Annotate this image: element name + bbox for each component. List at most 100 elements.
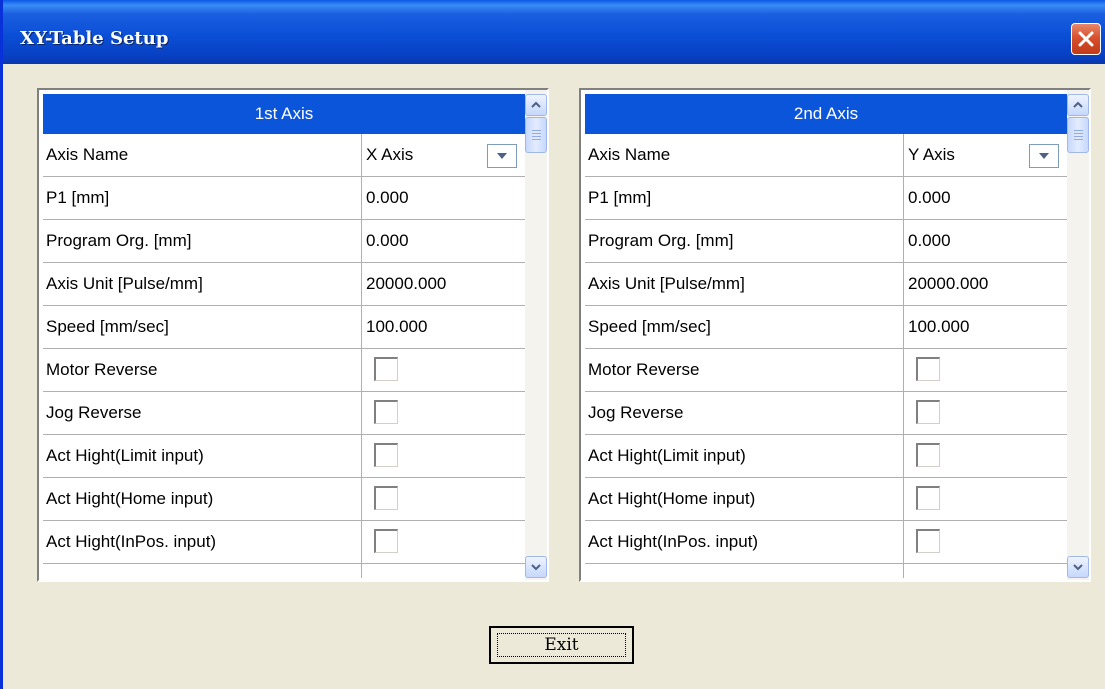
checkbox-cell xyxy=(905,521,1067,563)
thumb-grip-line xyxy=(1074,130,1083,131)
row-label: Axis Unit [Pulse/mm] xyxy=(43,263,362,305)
chevron-up-icon xyxy=(531,101,541,108)
axis2-panel: 2nd Axis Axis Name Y Axis P1 [mm] 0.000 … xyxy=(579,88,1091,582)
axis1-row-program-org[interactable]: Program Org. [mm] 0.000 xyxy=(43,220,525,263)
row-label: Jog Reverse xyxy=(585,392,904,434)
axis2-motor-reverse-checkbox[interactable] xyxy=(916,357,940,381)
axis1-axis-name-select[interactable]: X Axis xyxy=(363,134,525,176)
row-label xyxy=(43,564,362,578)
row-label: Act Hight(Home input) xyxy=(585,478,904,520)
axis1-home-input-checkbox[interactable] xyxy=(374,486,398,510)
row-label: Axis Name xyxy=(43,134,362,176)
chevron-down-icon xyxy=(1073,564,1083,571)
checkbox-cell xyxy=(905,478,1067,520)
checkbox-cell xyxy=(905,392,1067,434)
scroll-thumb[interactable] xyxy=(1067,117,1089,153)
axis1-row-limit-input[interactable]: Act Hight(Limit input) xyxy=(43,435,525,478)
checkbox-cell xyxy=(363,435,525,477)
axis2-row-motor-reverse[interactable]: Motor Reverse xyxy=(585,349,1067,392)
row-label: Jog Reverse xyxy=(43,392,362,434)
axis1-row-jog-reverse[interactable]: Jog Reverse xyxy=(43,392,525,435)
row-label: P1 [mm] xyxy=(585,177,904,219)
xy-table-setup-window: XY-Table Setup 1st Axis Axis Name X Axis… xyxy=(0,0,1105,689)
axis1-header: 1st Axis xyxy=(43,94,525,134)
scroll-down-button[interactable] xyxy=(525,556,547,578)
axis2-row-speed[interactable]: Speed [mm/sec] 100.000 xyxy=(585,306,1067,349)
select-value: Y Axis xyxy=(908,145,955,164)
thumb-grip-line xyxy=(532,133,541,134)
axis1-row-p1[interactable]: P1 [mm] 0.000 xyxy=(43,177,525,220)
thumb-grip-line xyxy=(532,130,541,131)
axis1-program-org-field[interactable]: 0.000 xyxy=(363,220,525,262)
exit-button[interactable]: Exit xyxy=(489,626,634,664)
axis1-property-grid: 1st Axis Axis Name X Axis P1 [mm] 0.000 … xyxy=(43,94,525,578)
axis1-row-speed[interactable]: Speed [mm/sec] 100.000 xyxy=(43,306,525,349)
axis2-axis-name-select[interactable]: Y Axis xyxy=(905,134,1067,176)
axis1-speed-field[interactable]: 100.000 xyxy=(363,306,525,348)
axis2-vertical-scrollbar[interactable] xyxy=(1067,90,1089,580)
axis2-row-jog-reverse[interactable]: Jog Reverse xyxy=(585,392,1067,435)
axis1-row-axis-name[interactable]: Axis Name X Axis xyxy=(43,134,525,177)
axis2-speed-field[interactable]: 100.000 xyxy=(905,306,1067,348)
axis1-row-inpos-input[interactable]: Act Hight(InPos. input) xyxy=(43,521,525,564)
axis2-jog-reverse-checkbox[interactable] xyxy=(916,400,940,424)
row-value xyxy=(905,564,1067,578)
axis1-jog-reverse-checkbox[interactable] xyxy=(374,400,398,424)
thumb-grip-line xyxy=(1074,139,1083,140)
axis2-row-p1[interactable]: P1 [mm] 0.000 xyxy=(585,177,1067,220)
axis2-home-input-checkbox[interactable] xyxy=(916,486,940,510)
scroll-up-button[interactable] xyxy=(525,94,547,116)
checkbox-cell xyxy=(363,521,525,563)
axis1-row-motor-reverse[interactable]: Motor Reverse xyxy=(43,349,525,392)
scroll-up-button[interactable] xyxy=(1067,94,1089,116)
row-label xyxy=(585,564,904,578)
row-label: Motor Reverse xyxy=(585,349,904,391)
axis2-p1-field[interactable]: 0.000 xyxy=(905,177,1067,219)
scroll-thumb[interactable] xyxy=(525,117,547,153)
select-value: X Axis xyxy=(366,145,414,164)
row-value xyxy=(363,564,525,578)
dropdown-button[interactable] xyxy=(487,144,517,168)
chevron-down-icon xyxy=(1039,153,1049,159)
row-label: Speed [mm/sec] xyxy=(43,306,362,348)
axis2-program-org-field[interactable]: 0.000 xyxy=(905,220,1067,262)
checkbox-cell xyxy=(905,349,1067,391)
axis1-row-partial xyxy=(43,564,525,578)
thumb-grip-line xyxy=(1074,133,1083,134)
checkbox-cell xyxy=(363,392,525,434)
title-bar[interactable]: XY-Table Setup xyxy=(0,0,1105,64)
axis1-inpos-input-checkbox[interactable] xyxy=(374,529,398,553)
axis2-row-program-org[interactable]: Program Org. [mm] 0.000 xyxy=(585,220,1067,263)
axis1-p1-field[interactable]: 0.000 xyxy=(363,177,525,219)
window-title: XY-Table Setup xyxy=(20,28,169,49)
row-label: Act Hight(InPos. input) xyxy=(585,521,904,563)
axis1-axis-unit-field[interactable]: 20000.000 xyxy=(363,263,525,305)
axis1-vertical-scrollbar[interactable] xyxy=(525,90,547,580)
axis2-row-axis-unit[interactable]: Axis Unit [Pulse/mm] 20000.000 xyxy=(585,263,1067,306)
row-label: Motor Reverse xyxy=(43,349,362,391)
checkbox-cell xyxy=(905,435,1067,477)
axis1-motor-reverse-checkbox[interactable] xyxy=(374,357,398,381)
chevron-down-icon xyxy=(531,564,541,571)
row-label: Act Hight(Home input) xyxy=(43,478,362,520)
axis2-property-grid: 2nd Axis Axis Name Y Axis P1 [mm] 0.000 … xyxy=(585,94,1067,578)
axis2-row-home-input[interactable]: Act Hight(Home input) xyxy=(585,478,1067,521)
axis2-row-inpos-input[interactable]: Act Hight(InPos. input) xyxy=(585,521,1067,564)
axis2-row-limit-input[interactable]: Act Hight(Limit input) xyxy=(585,435,1067,478)
axis1-row-axis-unit[interactable]: Axis Unit [Pulse/mm] 20000.000 xyxy=(43,263,525,306)
row-label: Axis Name xyxy=(585,134,904,176)
axis2-limit-input-checkbox[interactable] xyxy=(916,443,940,467)
chevron-down-icon xyxy=(497,153,507,159)
axis2-row-axis-name[interactable]: Axis Name Y Axis xyxy=(585,134,1067,177)
thumb-grip-line xyxy=(1074,136,1083,137)
close-button[interactable] xyxy=(1071,23,1101,55)
axis2-axis-unit-field[interactable]: 20000.000 xyxy=(905,263,1067,305)
dropdown-button[interactable] xyxy=(1029,144,1059,168)
axis1-limit-input-checkbox[interactable] xyxy=(374,443,398,467)
scroll-down-button[interactable] xyxy=(1067,556,1089,578)
axis2-row-partial xyxy=(585,564,1067,578)
axis1-row-home-input[interactable]: Act Hight(Home input) xyxy=(43,478,525,521)
axis2-inpos-input-checkbox[interactable] xyxy=(916,529,940,553)
axis2-header: 2nd Axis xyxy=(585,94,1067,134)
exit-button-label: Exit xyxy=(497,633,626,657)
